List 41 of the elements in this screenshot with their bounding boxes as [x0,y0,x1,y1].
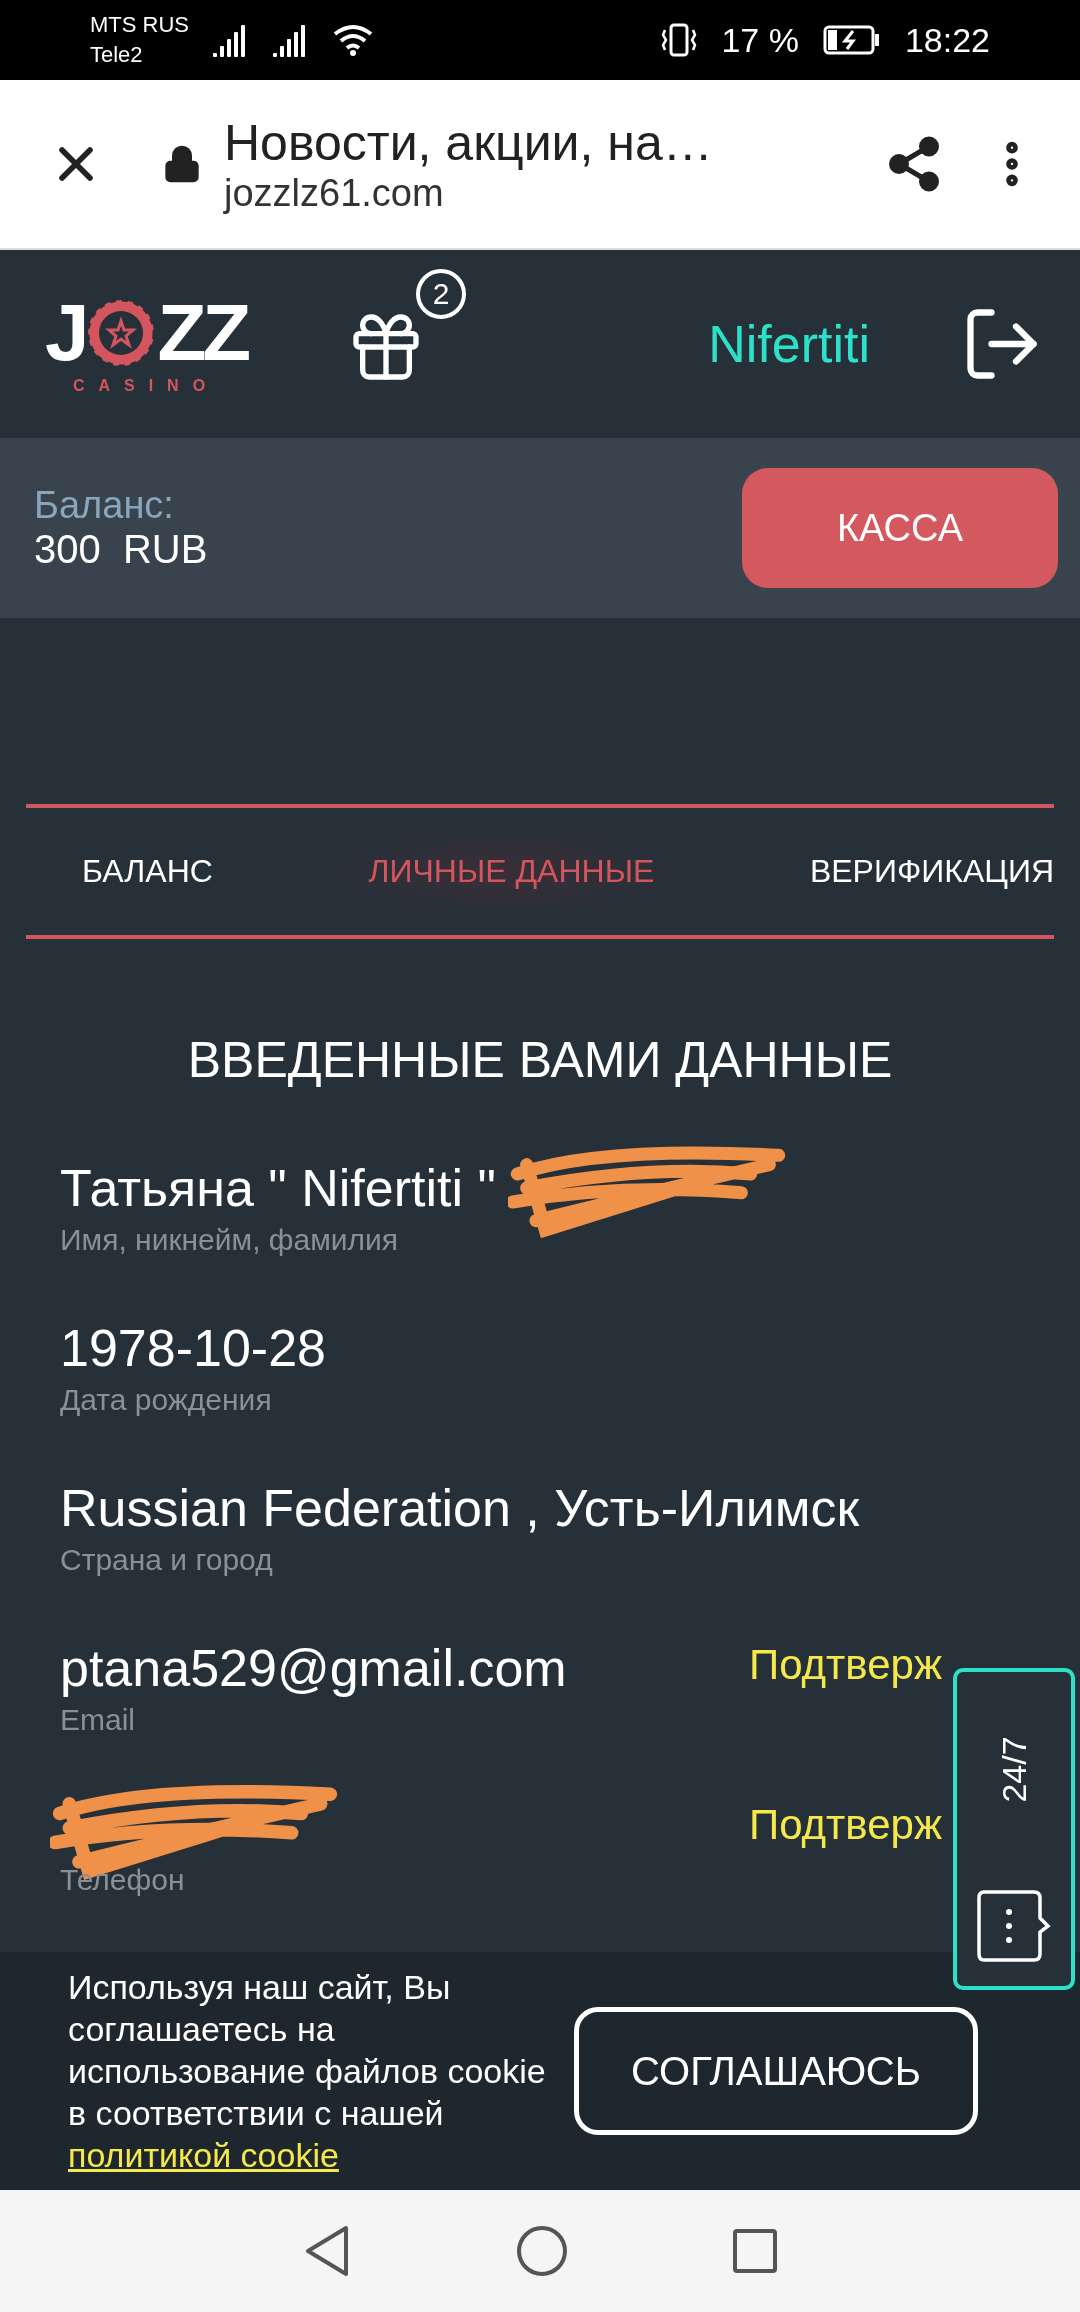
clock: 18:22 [904,20,990,60]
logo-letter: J [44,293,86,373]
cashier-button[interactable]: КАССА [742,468,1058,588]
page-url: jozzlz61.com [224,171,445,215]
username[interactable]: Nifertiti [708,314,870,374]
logo-subtitle: CASINO [72,377,220,395]
chat-bubble-icon [976,1888,1052,1964]
lock-icon [162,144,202,184]
section-title: ВВЕДЕННЫЕ ВАМИ ДАННЫЕ [186,1031,894,1089]
field-value: Russian Federation , Усть-Илимск [60,1478,860,1538]
balance-label: Баланс: [34,484,175,527]
field-value: 1978-10-28 [60,1318,326,1378]
carrier-name: Tele2 [90,41,144,69]
battery-charging-icon [822,25,881,55]
support-hours: 24/7 [994,1736,1034,1803]
cookie-policy-link[interactable]: политикой cookie [68,2136,339,2174]
field-label: Дата рождения [60,1383,273,1417]
confirm-link[interactable]: Подтверж [748,1641,942,1689]
battery-percent: 17 % [721,20,799,60]
balance-amount: 300 RUB [34,527,209,572]
confirm-link[interactable]: Подтверж [748,1801,942,1849]
recent-apps-icon[interactable] [732,2228,778,2274]
field-label: Телефон [60,1863,186,1897]
home-icon[interactable] [516,2225,568,2277]
tab[interactable]: БАЛАНС [26,823,253,920]
cookie-notice: Используя наш сайт, Вы соглашаетесь на использование файлов cookie в соответствии с нашей политикой cookie [68,1967,547,2176]
field-label: Страна и город [60,1543,274,1577]
agree-button[interactable]: СОГЛАШАЮСЬ [574,2007,978,2135]
field-label: Имя, никнейм, фамилия [60,1223,400,1257]
field-value: Татьяна " Nifertiti " [60,1158,496,1218]
wifi-icon [333,24,373,56]
gift-count-badge: 2 [416,269,466,319]
field-label: Email [60,1703,136,1737]
vibrate-icon [661,22,698,58]
field-value: ptana529@gmail.com [60,1638,567,1698]
tab[interactable]: ВЕРИФИКАЦИЯ [753,823,1054,920]
logo-letters: ZZ [157,293,248,373]
page-title: Новости, акции, на… [224,113,714,172]
support-chat-widget[interactable]: 24/7 [953,1668,1075,1990]
carrier-name: MTS RUS [90,11,189,39]
casino-logo[interactable]: J ZZ CASINO [36,293,256,395]
